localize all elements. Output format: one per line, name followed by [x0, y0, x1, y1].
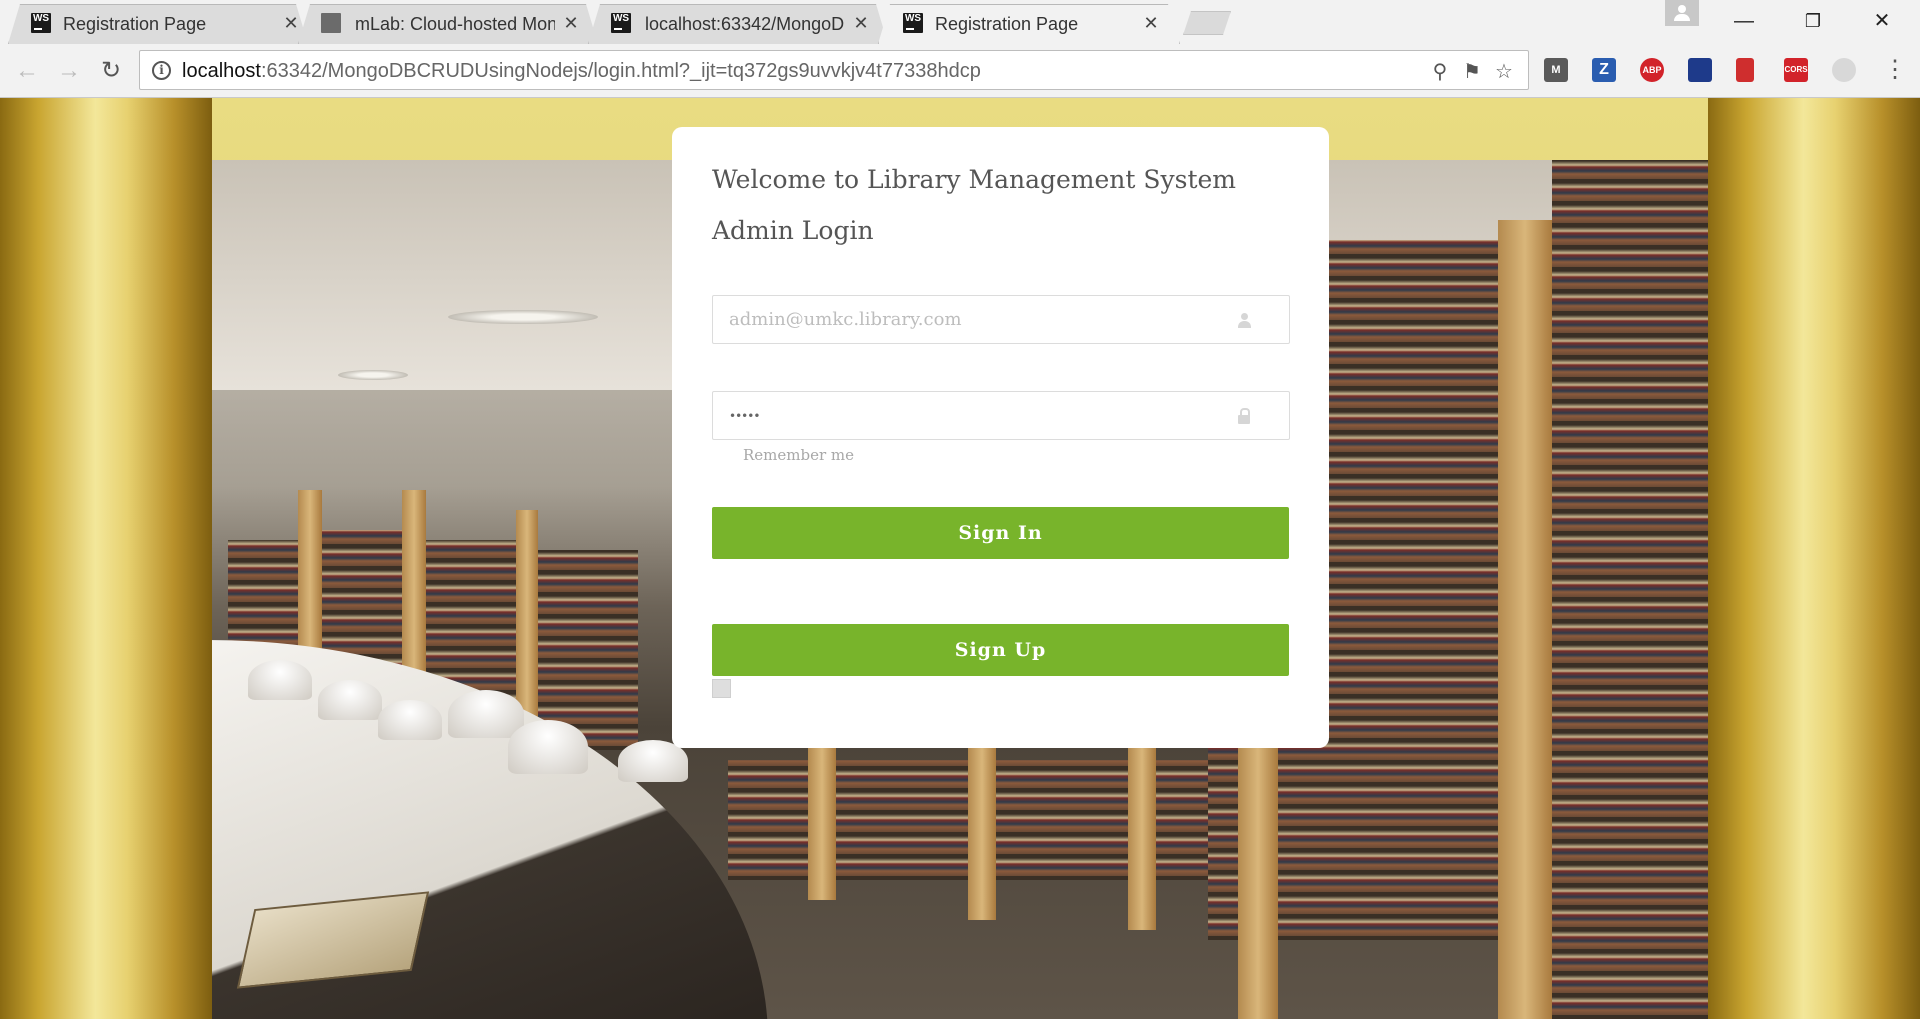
mlab-icon	[321, 13, 341, 33]
gold-pillar-right	[1708, 98, 1920, 1019]
ws-icon: WS	[903, 13, 923, 33]
welcome-title: Welcome to Library Management System	[712, 165, 1236, 194]
bookshelf	[1552, 160, 1712, 1019]
profile-icon[interactable]	[1665, 0, 1699, 26]
browser-toolbar: ← → ↻ i localhost:63342/MongoDBCRUDUsing…	[0, 44, 1920, 98]
cors-icon[interactable]: CORS	[1784, 58, 1808, 82]
abp-icon[interactable]: ABP	[1640, 58, 1664, 82]
user-extension-icon[interactable]	[1688, 58, 1712, 82]
sign-in-button[interactable]: Sign In	[712, 507, 1289, 559]
ceiling-light	[338, 370, 408, 380]
crescent-icon[interactable]	[1832, 58, 1856, 82]
restore-button[interactable]: ❐	[1793, 4, 1833, 38]
address-bar[interactable]: i localhost:63342/MongoDBCRUDUsingNodejs…	[139, 50, 1529, 90]
tab-mlab[interactable]: mLab: Cloud-hosted Mon ✕	[298, 4, 598, 44]
url-text[interactable]: localhost:63342/MongoDBCRUDUsingNodejs/l…	[182, 60, 981, 83]
forward-arrow-icon[interactable]: →	[54, 56, 84, 86]
ws-icon: WS	[611, 13, 631, 33]
ws-icon: WS	[31, 13, 51, 33]
user-icon	[1237, 312, 1251, 328]
shelf-pillar	[1128, 740, 1156, 930]
close-icon[interactable]: ✕	[851, 13, 871, 34]
tab-localhost[interactable]: WS localhost:63342/MongoD ✕	[588, 4, 888, 44]
star-icon[interactable]: ☆	[1492, 59, 1516, 84]
reload-icon[interactable]: ↻	[96, 56, 126, 86]
desk-lamp	[508, 720, 588, 774]
email-field[interactable]	[712, 295, 1290, 344]
email-input[interactable]	[713, 296, 1289, 343]
close-icon[interactable]: ✕	[1141, 13, 1161, 34]
tab-registration-page-1[interactable]: WS Registration Page ✕	[8, 4, 308, 44]
lock-icon	[1237, 408, 1251, 424]
password-field[interactable]	[712, 391, 1290, 440]
desk-lamp	[448, 690, 524, 738]
tab-strip: WS Registration Page ✕ mLab: Cloud-hoste…	[0, 0, 1920, 44]
desk-lamp	[318, 680, 382, 720]
gold-pillar-left	[0, 98, 212, 1019]
broken-image-checkbox[interactable]	[712, 679, 731, 698]
menu-icon[interactable]: ⋮	[1883, 56, 1907, 86]
tab-title: Registration Page	[63, 14, 207, 34]
close-icon[interactable]: ✕	[281, 13, 301, 34]
shelf-pillar	[968, 740, 996, 920]
close-window-button[interactable]: ✕	[1862, 4, 1902, 38]
bookmark-extension-icon[interactable]	[1736, 58, 1754, 82]
close-icon[interactable]: ✕	[561, 13, 581, 34]
ceiling-light	[448, 310, 598, 324]
tab-registration-page-active[interactable]: WS Registration Page ✕	[878, 4, 1180, 44]
m-extension-icon[interactable]: M	[1544, 58, 1568, 82]
login-card: Welcome to Library Management System Adm…	[672, 127, 1329, 748]
shelf-pillar	[808, 740, 836, 900]
zotero-icon[interactable]: Z	[1592, 58, 1616, 82]
info-icon[interactable]: i	[152, 61, 171, 80]
tab-title: Registration Page	[935, 14, 1079, 34]
tab-title: mLab: Cloud-hosted Mon	[355, 14, 555, 34]
password-input[interactable]	[713, 392, 1289, 439]
desk-lamp	[378, 700, 442, 740]
sign-up-button[interactable]: Sign Up	[712, 624, 1289, 676]
tab-title: localhost:63342/MongoD	[645, 14, 845, 34]
minimize-button[interactable]: —	[1724, 4, 1764, 38]
desk-lamp	[248, 660, 312, 700]
page-viewport: Welcome to Library Management System Adm…	[0, 98, 1920, 1019]
admin-login-subtitle: Admin Login	[712, 216, 874, 245]
brush-icon[interactable]: ⚑	[1460, 59, 1484, 84]
shelf-pillar	[1498, 220, 1552, 1019]
remember-me-label[interactable]: Remember me	[743, 446, 854, 464]
zoom-icon[interactable]: ⚲	[1428, 59, 1452, 84]
new-tab-button[interactable]	[1183, 11, 1231, 35]
back-arrow-icon[interactable]: ←	[12, 56, 42, 86]
